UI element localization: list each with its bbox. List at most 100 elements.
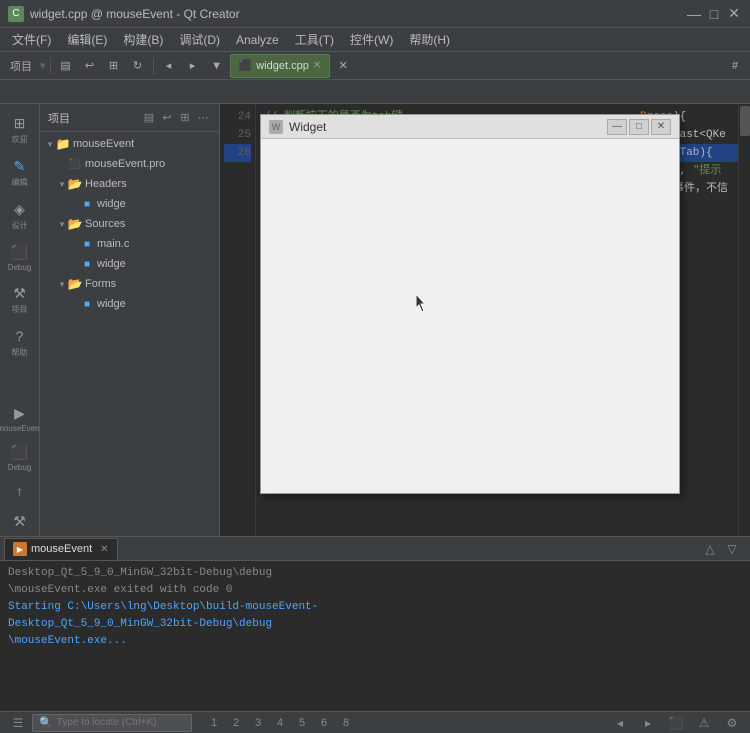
sidebar-icon-欢迎[interactable]: ⊞ 欢迎 <box>2 108 38 149</box>
widget-close-btn[interactable]: ✕ <box>651 119 671 135</box>
toolbar-btn-forward[interactable]: ⊞ <box>103 55 125 77</box>
scrollbar-vertical[interactable] <box>738 104 750 536</box>
sidebar-icon-label-4: 项目 <box>12 304 28 315</box>
page-btn-3[interactable]: 3 <box>248 714 268 732</box>
tree-label-main: main.c <box>97 238 129 250</box>
toolbar-btn-back[interactable]: ↩ <box>79 55 101 77</box>
status-build-icon[interactable]: ⬛ <box>666 714 686 732</box>
bottom-ctrl-down[interactable]: ▽ <box>722 540 742 558</box>
tree-row-sources[interactable]: ▾ 📂 Sources <box>40 214 219 234</box>
page-btn-2[interactable]: 2 <box>226 714 246 732</box>
toolbar-btn-hash[interactable]: # <box>724 55 746 77</box>
tree-row-main[interactable]: ■ main.c <box>40 234 219 254</box>
menu-item-f[interactable]: 文件(F) <box>4 29 59 50</box>
page-btn-6[interactable]: 6 <box>314 714 334 732</box>
pro-file-icon: ⬛ <box>68 157 82 171</box>
sidebar-bottom-icon-3[interactable]: ⚒ <box>2 506 38 536</box>
code-tab-widget[interactable]: ⬛ widget.cpp ✕ <box>230 54 331 78</box>
file-tree-header: 项目 ▤ ↩ ⊞ ⋯ <box>40 104 219 132</box>
menu-item-b[interactable]: 构建(B) <box>115 29 171 50</box>
sidebar-icon-shape-5: ? <box>11 327 29 345</box>
tree-label-form-file: widge <box>97 298 126 310</box>
tree-row-mouseEvent[interactable]: ▾ 📁 mouseEvent <box>40 134 219 154</box>
widget-popup-window[interactable]: W Widget — □ ✕ <box>260 114 680 494</box>
tab-close-icon[interactable]: ✕ <box>313 60 321 71</box>
sidebar-icon-label-1: 编辑 <box>12 177 28 188</box>
widget-titlebar: W Widget — □ ✕ <box>261 115 679 139</box>
toolbar-btn-close-tab[interactable]: ✕ <box>332 55 354 77</box>
sidebar-icon-项目[interactable]: ⚒ 项目 <box>2 278 38 319</box>
sidebar-bottom-section: ▶ mouseEvent⬛ Debug↑ ⚒ <box>2 398 38 536</box>
scrollbar-thumb[interactable] <box>740 106 750 136</box>
toolbar-btn-sync[interactable]: ↻ <box>127 55 149 77</box>
sidebar-icon-Debug[interactable]: ⬛ Debug <box>2 237 38 276</box>
sync-icon[interactable]: ↩ <box>159 110 175 126</box>
widget-minimize-btn[interactable]: — <box>607 119 627 135</box>
sidebar-icon-shape-3: ⬛ <box>11 243 29 261</box>
page-btn-4[interactable]: 4 <box>270 714 290 732</box>
status-arrow-right[interactable]: ▸ <box>638 714 658 732</box>
status-arrow-left[interactable]: ◂ <box>610 714 630 732</box>
tree-arrow-sources: ▾ <box>56 219 68 230</box>
menu-item-h[interactable]: 帮助(H) <box>401 29 458 50</box>
menu-item-analyze[interactable]: Analyze <box>228 31 287 49</box>
page-btn-5[interactable]: 5 <box>292 714 312 732</box>
sidebar-bottom-icon-2[interactable]: ↑ <box>2 476 38 506</box>
widget-src-icon: ■ <box>80 257 94 271</box>
bottom-tab-close[interactable]: ✕ <box>100 544 108 555</box>
toolbar-btn-filter[interactable]: ▤ <box>55 55 77 77</box>
filter-icon[interactable]: ▤ <box>141 110 157 126</box>
minimize-button[interactable]: — <box>686 6 702 22</box>
main-layout: ⊞ 欢迎✎ 编辑◈ 设计⬛ Debug⚒ 项目? 帮助▶ mouseEvent⬛… <box>0 104 750 536</box>
app-icon: C <box>8 6 24 22</box>
headers-folder-icon: 📂 <box>68 177 82 191</box>
options-icon[interactable]: ⋯ <box>195 110 211 126</box>
tree-row-header-file[interactable]: ■ widge <box>40 194 219 214</box>
widget-body[interactable] <box>261 139 679 493</box>
tree-row-form-file[interactable]: ■ widge <box>40 294 219 314</box>
bottom-tab-mouseEvent[interactable]: ▶ mouseEvent ✕ <box>4 538 118 560</box>
tree-row-headers[interactable]: ▾ 📂 Headers <box>40 174 219 194</box>
sidebar-bottom-icon-0[interactable]: ▶ mouseEvent <box>2 398 38 437</box>
close-button[interactable]: ✕ <box>726 6 742 22</box>
menu-item-w[interactable]: 控件(W) <box>342 29 401 50</box>
tree-row-forms[interactable]: ▾ 📂 Forms <box>40 274 219 294</box>
sidebar-bottom-icon-1[interactable]: ⬛ Debug <box>2 437 38 476</box>
sidebar-icon-设计[interactable]: ◈ 设计 <box>2 194 38 235</box>
sidebar-bottom-icon-shape-1: ⬛ <box>11 443 29 461</box>
tree-row-pro[interactable]: ⬛ mouseEvent.pro <box>40 154 219 174</box>
toolbar-btn-prev[interactable]: ◂ <box>158 55 180 77</box>
menu-item-d[interactable]: 调试(D) <box>171 29 228 50</box>
sidebar-icon-label-2: 设计 <box>12 220 28 231</box>
page-btn-8[interactable]: 8 <box>336 714 356 732</box>
toolbar-btn-list[interactable]: ▼ <box>206 55 228 77</box>
output-line-0: Desktop_Qt_5_9_0_MinGW_32bit-Debug\debug <box>8 565 742 582</box>
tab-row <box>0 80 750 104</box>
sidebar-icon-编辑[interactable]: ✎ 编辑 <box>2 151 38 192</box>
line-numbers: 24 25 26 <box>220 104 256 536</box>
status-settings-icon[interactable]: ⚙ <box>722 714 742 732</box>
output-line-4: Desktop_Qt_5_9_0_MinGW_32bit-Debug\debug <box>8 616 742 633</box>
maximize-button[interactable]: □ <box>706 6 722 22</box>
tree-row-widget-src[interactable]: ■ widge <box>40 254 219 274</box>
status-warning-icon[interactable]: ⚠ <box>694 714 714 732</box>
bottom-ctrl-up[interactable]: △ <box>700 540 720 558</box>
toolbar-btn-next[interactable]: ▸ <box>182 55 204 77</box>
output-line-1: \mouseEvent.exe exited with code 0 <box>8 582 742 599</box>
widget-controls: — □ ✕ <box>607 119 671 135</box>
tree-label-headers: Headers <box>85 178 127 190</box>
menu-item-e[interactable]: 编辑(E) <box>59 29 115 50</box>
add-icon[interactable]: ⊞ <box>177 110 193 126</box>
sidebar-icon-帮助[interactable]: ? 帮助 <box>2 321 38 362</box>
bottom-tab-label: mouseEvent <box>31 543 92 555</box>
file-tree-panel: 项目 ▤ ↩ ⊞ ⋯ ▾ 📁 mouseEvent <box>40 104 220 536</box>
sidebar-icon-shape-2: ◈ <box>11 200 29 218</box>
status-search-box[interactable]: 🔍 Type to locate (Ctrl+K) <box>32 714 192 732</box>
status-right: ◂ ▸ ⬛ ⚠ ⚙ <box>610 714 742 732</box>
page-btn-1[interactable]: 1 <box>204 714 224 732</box>
status-menu-icon[interactable]: ☰ <box>8 714 28 732</box>
window-controls: — □ ✕ <box>686 6 742 22</box>
menu-item-t[interactable]: 工具(T) <box>287 29 342 50</box>
tree-arrow-headers: ▾ <box>56 179 68 190</box>
widget-maximize-btn[interactable]: □ <box>629 119 649 135</box>
